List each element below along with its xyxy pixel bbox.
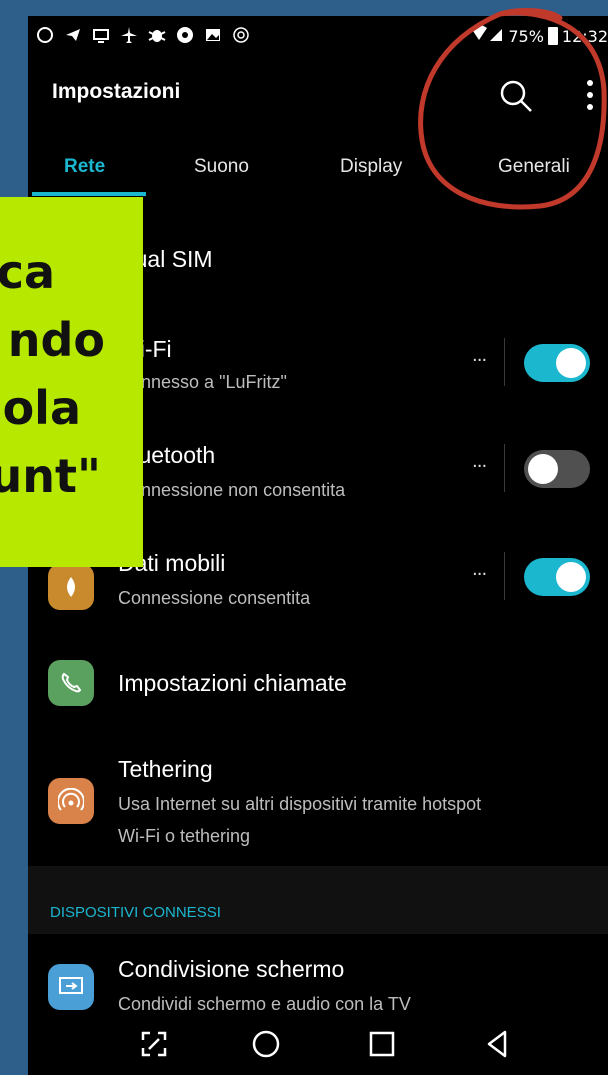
overlay-text-line: unt" [0,449,101,503]
setting-subtitle: Condividi schermo e audio con la TV [118,994,411,1014]
divider [504,444,505,492]
screenshot-icon [141,1031,167,1057]
shield-icon [176,26,194,44]
image-icon [204,26,222,44]
notification-icons [36,26,250,44]
home-icon [252,1030,280,1058]
overlay-text-line: ndo [7,313,105,367]
overlay-sticker: ca ndo ola unt" [0,197,143,567]
setting-subtitle: Wi-Fi o tethering [118,826,251,846]
tab-rete[interactable]: Rete [64,156,105,178]
whatsapp-icon [36,26,54,44]
setting-subtitle: Connessione consentita [118,588,311,608]
wifi-more-icon[interactable]: ··· [472,350,487,371]
toggle-knob [556,348,586,378]
screen-share-icon [48,964,94,1010]
overlay-text-line: ola [2,381,81,435]
setting-title: Condivisione schermo [118,956,345,982]
toggle-knob [528,454,558,484]
setting-subtitle: Usa Internet su altri dispositivi tramit… [118,794,482,814]
mobile-data-icon [48,564,94,610]
setting-chiamate[interactable]: Impostazioni chiamate [28,646,608,746]
setting-subtitle: Connesso a "LuFritz" [118,372,287,392]
back-button[interactable] [482,1028,514,1060]
bluetooth-more-icon[interactable]: ··· [472,456,487,477]
setting-title: Impostazioni chiamate [118,670,347,696]
home-button[interactable] [250,1028,282,1060]
setting-tethering[interactable]: Tethering Usa Internet su altri disposit… [28,746,608,866]
screenshot-button[interactable] [138,1028,170,1060]
hotspot-icon [48,778,94,824]
toggle-knob [556,562,586,592]
setting-title: Tethering [118,756,213,782]
wifi-toggle[interactable] [524,344,590,382]
bug-icon [148,26,166,44]
page-title: Impostazioni [52,80,181,103]
back-icon [487,1030,507,1058]
divider [504,338,505,386]
divider [504,552,505,600]
navigation-bar [28,1016,608,1075]
active-tab-indicator [32,192,146,196]
section-header: DISPOSITIVI CONNESSI [28,866,608,934]
recents-icon [369,1031,395,1057]
annotation-circle [418,8,607,210]
setting-subtitle: Connessione non consentita [118,480,346,500]
phone-icon [48,660,94,706]
airplane-icon [120,26,138,44]
telegram-icon [64,26,82,44]
tab-display[interactable]: Display [340,156,402,178]
at-icon [232,26,250,44]
section-label: DISPOSITIVI CONNESSI [50,904,221,921]
bluetooth-toggle[interactable] [524,450,590,488]
tv-icon [92,26,110,44]
mobile-data-more-icon[interactable]: ··· [472,564,487,585]
overlay-text-line: ca [0,245,55,299]
setting-condivisione-schermo[interactable]: Condivisione schermo Condividi schermo e… [28,934,608,1016]
recents-button[interactable] [366,1028,398,1060]
tab-suono[interactable]: Suono [194,156,249,178]
mobile-data-toggle[interactable] [524,558,590,596]
